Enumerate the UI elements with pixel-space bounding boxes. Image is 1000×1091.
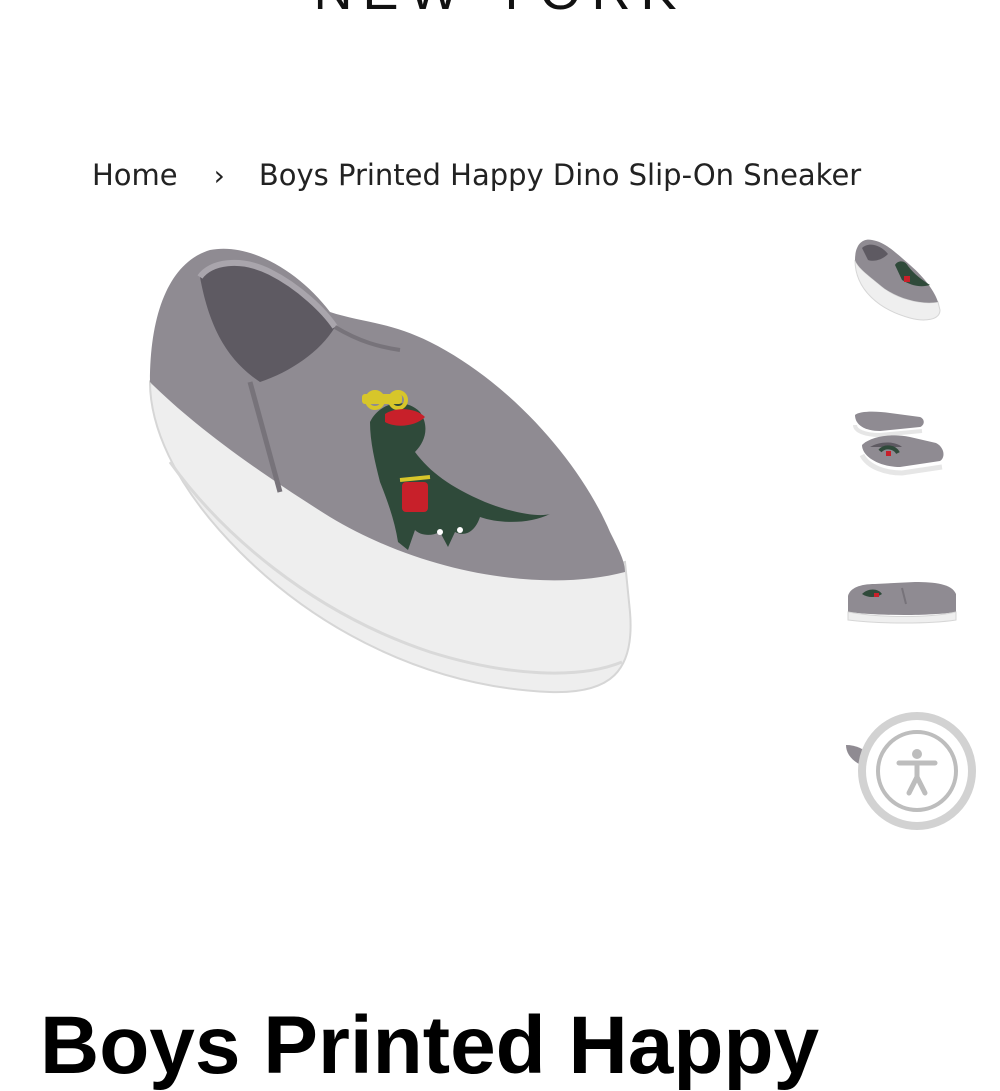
sneaker-side-profile-thumbnail bbox=[847, 582, 957, 624]
accessibility-icon-ring bbox=[876, 730, 958, 812]
slip-on-sneaker-dino-image bbox=[148, 248, 632, 694]
accessibility-person-icon bbox=[896, 749, 938, 796]
brand-logo-text[interactable]: NEW YORK bbox=[0, 0, 1000, 22]
breadcrumb-home-link[interactable]: Home bbox=[92, 158, 178, 192]
accessibility-button[interactable] bbox=[858, 712, 976, 830]
thumbnail-2[interactable] bbox=[840, 395, 965, 495]
breadcrumb-current: Boys Printed Happy Dino Slip-On Sneaker bbox=[258, 158, 862, 192]
product-title: Boys Printed Happy bbox=[40, 999, 820, 1091]
thumbnail-3[interactable] bbox=[840, 560, 965, 660]
thumbnail-1[interactable] bbox=[840, 230, 965, 330]
breadcrumb-separator-icon: › bbox=[213, 158, 225, 192]
product-main-image[interactable] bbox=[130, 232, 660, 712]
sneaker-side-angle-thumbnail bbox=[854, 239, 941, 321]
breadcrumb: Home › Boys Printed Happy Dino Slip-On S… bbox=[92, 153, 861, 197]
sneaker-pair-thumbnail bbox=[853, 411, 944, 476]
